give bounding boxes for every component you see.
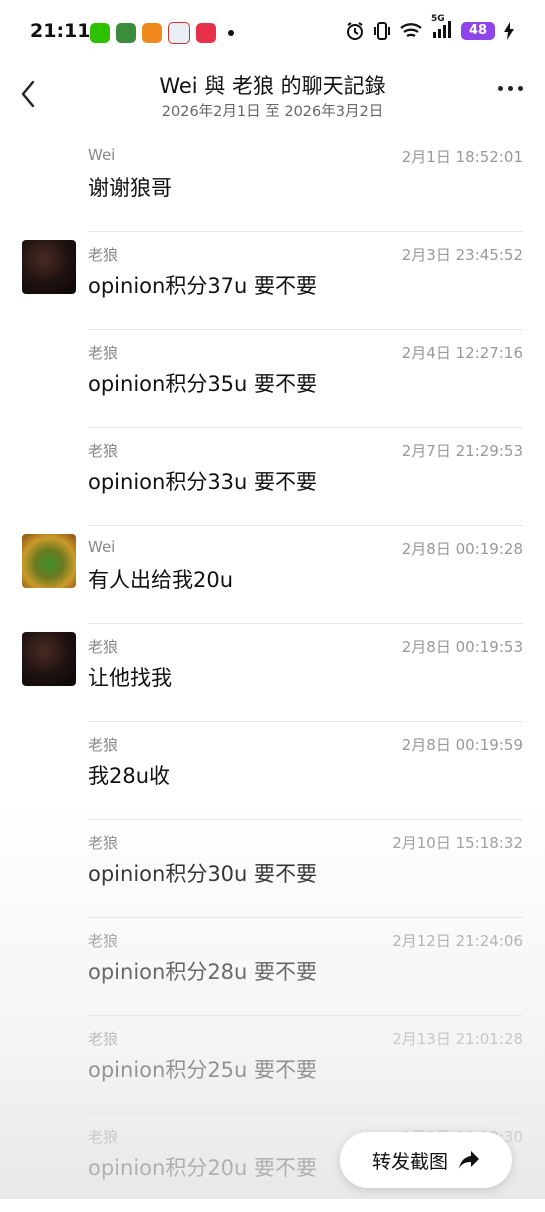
sender-name: 老狼 xyxy=(88,932,119,950)
message-item[interactable]: 老狼 2月8日 00:19:59 我28u收 xyxy=(0,722,545,820)
signal-icon: 5G xyxy=(431,14,453,42)
message-item[interactable]: 老狼 2月7日 21:29:53 opinion积分33u 要不要 xyxy=(0,428,545,526)
sender-name: 老狼 xyxy=(88,442,119,460)
more-dot-icon xyxy=(498,86,503,91)
message-text: 有人出给我20u xyxy=(88,568,234,592)
message-time: 2月13日 21:01:28 xyxy=(392,1030,523,1048)
battery-indicator: 48 xyxy=(461,22,495,40)
message-item[interactable]: 老狼 2月12日 21:24:06 opinion积分28u 要不要 xyxy=(0,918,545,1016)
message-item[interactable]: 老狼 2月13日 21:01:28 opinion积分25u 要不要 xyxy=(0,1016,545,1114)
avatar[interactable] xyxy=(22,534,76,588)
sender-name: 老狼 xyxy=(88,736,119,754)
network-type: 5G xyxy=(431,14,445,24)
message-text: opinion积分33u 要不要 xyxy=(88,470,318,494)
message-item[interactable]: Wei 2月8日 00:19:28 有人出给我20u xyxy=(0,526,545,624)
avatar[interactable] xyxy=(22,632,76,686)
notification-icons xyxy=(90,22,234,44)
message-text: opinion积分37u 要不要 xyxy=(88,274,318,298)
message-time: 2月8日 00:19:28 xyxy=(401,540,523,558)
message-item[interactable]: Wei 2月1日 18:52:01 谢谢狼哥 xyxy=(0,134,545,232)
sender-name: 老狼 xyxy=(88,834,119,852)
message-text: opinion积分20u 要不要 xyxy=(88,1156,318,1180)
message-time: 2月8日 00:19:53 xyxy=(401,638,523,656)
message-item[interactable]: 老狼 2月3日 23:45:52 opinion积分37u 要不要 xyxy=(0,232,545,330)
wechat-icon xyxy=(90,23,110,43)
message-text: 谢谢狼哥 xyxy=(88,176,172,200)
forward-screenshot-button[interactable]: 转发截图 xyxy=(340,1132,512,1188)
app-icon xyxy=(196,23,216,43)
avatar[interactable] xyxy=(22,240,76,294)
message-text: opinion积分35u 要不要 xyxy=(88,372,318,396)
status-time: 21:11 xyxy=(30,20,91,42)
page-title: Wei 與 老狼 的聊天記錄 xyxy=(159,74,386,98)
more-dot-icon xyxy=(508,86,513,91)
message-text: 让他找我 xyxy=(88,666,172,690)
sender-name: 老狼 xyxy=(88,1128,119,1146)
message-text: opinion积分25u 要不要 xyxy=(88,1058,318,1082)
forward-screenshot-label: 转发截图 xyxy=(371,1150,448,1173)
message-list[interactable]: Wei 2月1日 18:52:01 谢谢狼哥 老狼 2月3日 23:45:52 … xyxy=(0,134,545,1212)
sender-name: Wei xyxy=(88,146,116,164)
sender-name: 老狼 xyxy=(88,1030,119,1048)
message-item[interactable]: 老狼 2月8日 00:19:53 让他找我 xyxy=(0,624,545,722)
message-time: 2月8日 00:19:59 xyxy=(401,736,523,754)
message-time: 2月1日 18:52:01 xyxy=(401,148,523,166)
alarm-icon xyxy=(347,22,363,40)
message-item[interactable]: 老狼 2月10日 15:18:32 opinion积分30u 要不要 xyxy=(0,820,545,918)
chat-record-header: Wei 與 老狼 的聊天記錄 2026年2月1日 至 2026年3月2日 xyxy=(0,64,545,134)
message-time: 2月7日 21:29:53 xyxy=(401,442,523,460)
share-arrow-icon xyxy=(459,1151,479,1169)
date-range: 2026年2月1日 至 2026年3月2日 xyxy=(161,104,384,120)
sender-name: 老狼 xyxy=(88,246,119,264)
status-bar: 21:11 5G 48 xyxy=(0,0,545,64)
message-text: 我28u收 xyxy=(88,764,171,788)
message-time: 2月12日 21:24:06 xyxy=(392,932,523,950)
vibrate-icon xyxy=(374,22,390,40)
app-icon xyxy=(142,23,162,43)
message-item[interactable]: 老狼 2月4日 12:27:16 opinion积分35u 要不要 xyxy=(0,330,545,428)
sender-name: Wei xyxy=(88,538,116,556)
more-notifications-dot xyxy=(228,30,234,36)
more-options-button[interactable] xyxy=(498,86,523,91)
message-text: opinion积分30u 要不要 xyxy=(88,862,318,886)
message-text: opinion积分28u 要不要 xyxy=(88,960,318,984)
game-icon xyxy=(116,23,136,43)
more-dot-icon xyxy=(518,86,523,91)
sender-name: 老狼 xyxy=(88,638,119,656)
charging-icon xyxy=(504,22,514,40)
app-icon xyxy=(168,22,190,44)
message-time: 2月3日 23:45:52 xyxy=(401,246,523,264)
sender-name: 老狼 xyxy=(88,344,119,362)
message-time: 2月10日 15:18:32 xyxy=(392,834,523,852)
wifi-icon xyxy=(400,23,422,37)
message-time: 2月4日 12:27:16 xyxy=(401,344,523,362)
system-icons: 5G 48 xyxy=(345,14,515,42)
